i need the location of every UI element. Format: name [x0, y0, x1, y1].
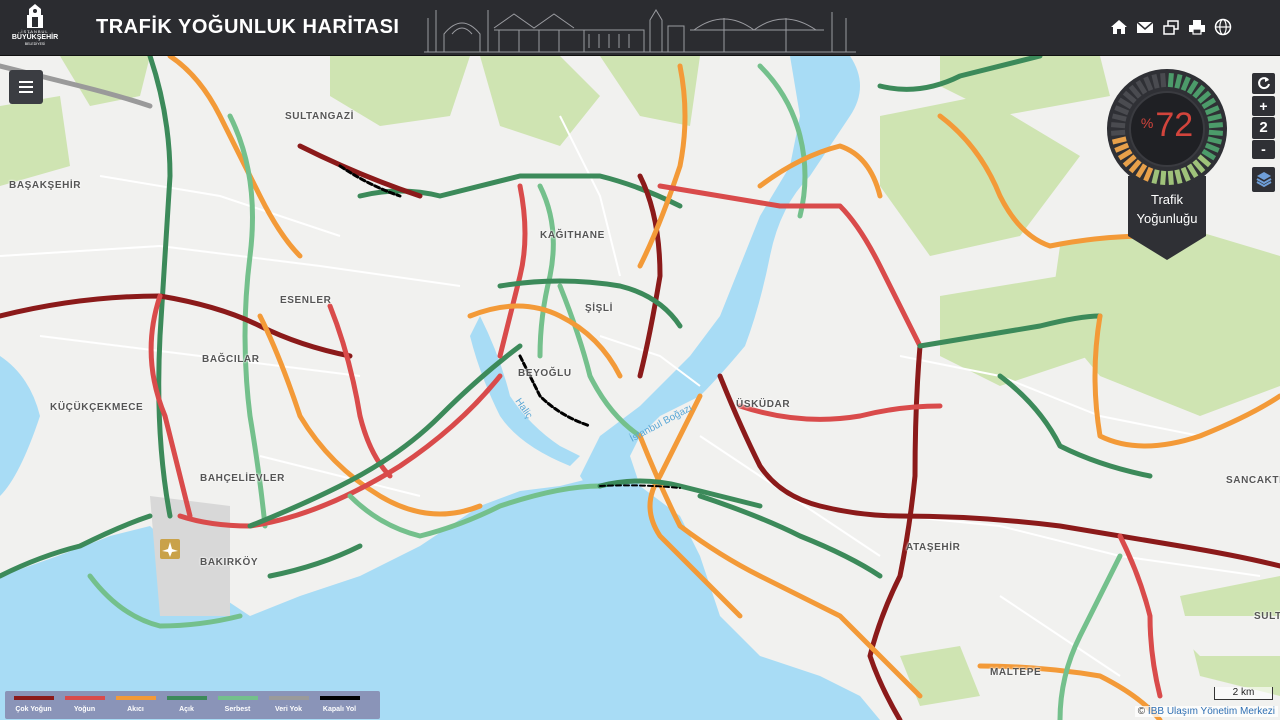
globe-icon[interactable] — [1214, 18, 1232, 36]
traffic-density-gauge[interactable]: %72 Trafik Yoğunluğu — [1104, 66, 1230, 262]
place-label: SANCAKTE — [1226, 475, 1280, 486]
zoom-out-button[interactable]: - — [1252, 140, 1275, 159]
gauge-tick — [1151, 73, 1160, 89]
attribution-link[interactable]: İBB Ulaşım Yönetim Merkezi — [1148, 706, 1275, 717]
place-label: SULTANGAZİ — [285, 111, 354, 122]
legend-label: Veri Yok — [275, 706, 302, 713]
menu-button[interactable] — [9, 70, 43, 104]
map-canvas[interactable]: İstanbul Boğazı Haliç SULTANGAZİ BAŞAKŞE… — [0, 56, 1280, 720]
traffic-map-app: İSTANBUL BÜYÜKŞEHİR BELEDİYESİ TRAFİK YO… — [0, 0, 1280, 720]
header-bar: İSTANBUL BÜYÜKŞEHİR BELEDİYESİ TRAFİK YO… — [0, 0, 1280, 56]
print-icon[interactable] — [1188, 18, 1206, 36]
legend-label: Akıcı — [127, 706, 144, 713]
istanbul-skyline-illustration — [424, 9, 856, 53]
map-scale-bar: 2 km — [1214, 687, 1273, 700]
place-label: BAKIRKÖY — [200, 557, 259, 568]
gauge-label: Trafik Yoğunluğu — [1136, 192, 1198, 226]
legend-swatch — [217, 696, 258, 700]
legend-swatch — [268, 696, 309, 700]
basemap: İstanbul Boğazı Haliç — [0, 56, 1280, 720]
place-label: ATAŞEHİR — [906, 542, 961, 553]
legend-item: Kapalı Yol — [317, 696, 362, 713]
gauge-dial — [1107, 69, 1227, 260]
place-label: BEYOĞLU — [518, 368, 572, 379]
refresh-button[interactable] — [1252, 73, 1275, 94]
place-label: ESENLER — [280, 295, 332, 306]
legend-item: Veri Yok — [266, 696, 311, 713]
layers-button[interactable] — [1252, 167, 1275, 192]
legend-label: Yoğun — [73, 706, 96, 713]
place-label: ŞİŞLİ — [585, 303, 614, 314]
zoom-level-display: 2 — [1252, 117, 1275, 139]
ibb-emblem-icon — [27, 4, 43, 28]
legend-swatch — [64, 696, 105, 700]
place-label: SULT — [1254, 611, 1280, 622]
legend-swatch — [13, 696, 54, 700]
refresh-icon — [1257, 77, 1270, 90]
legend-item: Akıcı — [113, 696, 158, 713]
legend-label: Serbest — [224, 706, 251, 713]
gauge-tick — [1174, 169, 1183, 185]
place-label: KÜÇÜKÇEKMECE — [50, 402, 144, 413]
place-label: KAĞITHANE — [540, 230, 605, 241]
gauge-tick — [1160, 170, 1167, 186]
legend-item: Açık — [164, 696, 209, 713]
header-icon-bar — [1110, 18, 1232, 36]
legend-label: Açık — [179, 706, 194, 713]
windows-icon[interactable] — [1162, 18, 1180, 36]
gauge-tick — [1174, 73, 1183, 89]
place-label: BAHÇELİEVLER — [200, 473, 285, 484]
ibb-logo[interactable]: İSTANBUL BÜYÜKŞEHİR BELEDİYESİ — [8, 3, 62, 53]
gauge-tick — [1167, 72, 1174, 88]
map-attribution: © İBB Ulaşım Yönetim Merkezi — [1134, 706, 1278, 717]
gauge-tick — [1160, 72, 1167, 88]
legend-swatch — [166, 696, 207, 700]
place-label: ÜSKÜDAR — [736, 399, 791, 410]
gauge-value: %72 — [1140, 106, 1194, 144]
gauge-tick — [1167, 170, 1174, 186]
logo-line-3: BELEDİYESİ — [24, 42, 46, 46]
place-label: BAĞCILAR — [202, 354, 260, 365]
place-label: MALTEPE — [990, 667, 1042, 678]
layers-icon — [1256, 172, 1271, 188]
logo-line-2: BÜYÜKŞEHİR — [11, 34, 59, 41]
legend-item: Çok Yoğun — [11, 696, 56, 713]
traffic-legend: Çok Yoğun Yoğun Akıcı Açık Serbest Veri Yok Ka… — [5, 691, 380, 719]
legend-swatch — [319, 696, 360, 700]
legend-item: Yoğun — [62, 696, 107, 713]
legend-item: Serbest — [215, 696, 260, 713]
home-icon[interactable] — [1110, 18, 1128, 36]
place-label: BAŞAKŞEHİR — [9, 180, 82, 191]
legend-label: Kapalı Yol — [322, 706, 357, 713]
gauge-tick — [1151, 169, 1160, 185]
mail-icon[interactable] — [1136, 18, 1154, 36]
legend-label: Çok Yoğun — [15, 706, 52, 713]
zoom-in-button[interactable]: + — [1252, 96, 1275, 116]
page-title: TRAFİK YOĞUNLUK HARİTASI — [96, 16, 400, 38]
legend-swatch — [115, 696, 156, 700]
